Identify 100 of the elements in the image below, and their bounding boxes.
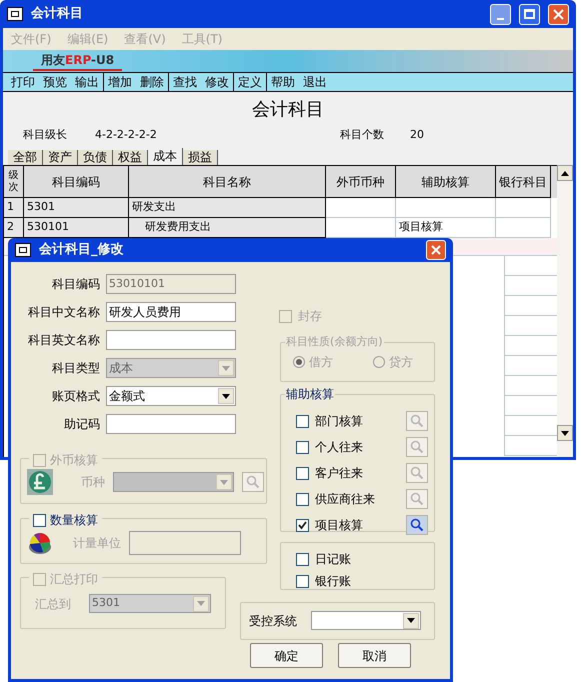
caret-icon [197, 601, 205, 606]
table-cell [326, 218, 396, 238]
checkbox-label: 供应商往来 [315, 491, 376, 508]
count-value: 20 [410, 126, 424, 143]
caret-icon [220, 480, 228, 484]
dialog-button[interactable]: 取消 [338, 643, 411, 668]
toolbar-button[interactable]: 修改 [205, 73, 229, 91]
toolbar-button[interactable]: 定义 [238, 73, 262, 91]
count-label: 科目个数 [340, 126, 385, 143]
toolbar-button[interactable]: 预览 [43, 73, 67, 91]
input-field[interactable] [129, 531, 241, 555]
caret-icon [407, 618, 415, 623]
dropdown-field[interactable] [311, 611, 421, 630]
down-arrow-icon[interactable] [561, 430, 569, 436]
search-icon [410, 466, 424, 480]
checkbox-label: 部门核算 [315, 413, 364, 430]
search-icon [410, 492, 424, 506]
checkbox[interactable] [296, 440, 309, 454]
field-label: 汇总到 [35, 596, 71, 612]
pie-chart-icon [27, 530, 53, 556]
maximize-button[interactable] [519, 4, 540, 24]
close-button[interactable] [426, 240, 446, 260]
group-title: 科目性质(余额方向) [285, 335, 384, 349]
dialog-button[interactable]: 确定 [250, 643, 323, 668]
checkbox-label: 银行账 [315, 573, 351, 590]
toolbar-button[interactable]: 查找 [173, 73, 197, 91]
field-label: 科目英文名称 [27, 332, 101, 349]
level-label: 科目级长 [23, 126, 68, 143]
field-label: 科目中文名称 [27, 304, 101, 321]
field-label: 科目类型 [51, 360, 101, 377]
field-label: 计量单位 [72, 535, 121, 552]
table-cell: 5301 [24, 198, 129, 218]
toolbar-button[interactable]: 退出 [303, 73, 327, 91]
table-cell [326, 198, 396, 218]
tab[interactable]: 资产 [43, 150, 78, 165]
table-cell: 2 [4, 218, 24, 238]
checkbox[interactable] [296, 414, 309, 428]
table-cell: 530101 [24, 218, 129, 238]
field-label: 助记码 [63, 416, 101, 433]
checkbox-label: 封存 [298, 308, 322, 325]
search-icon [246, 475, 260, 489]
table-cell: 1 [4, 198, 24, 218]
search-icon [410, 414, 424, 428]
checkbox-label: 汇总打印 [50, 571, 98, 588]
checkbox[interactable] [296, 574, 309, 588]
scrollbar[interactable] [557, 165, 573, 457]
close-icon [553, 8, 564, 20]
tab[interactable]: 负债 [78, 150, 113, 165]
app-icon [15, 243, 31, 257]
toolbar-button[interactable]: 帮助 [271, 73, 295, 91]
checkbox-label: 个人往来 [315, 439, 364, 456]
field-label: 受控系统 [249, 612, 297, 630]
checkbox-label: 项目核算 [315, 517, 364, 534]
table-cell [496, 198, 551, 218]
dropdown-field[interactable]: 金额式 [106, 386, 236, 406]
input-field[interactable] [106, 414, 236, 434]
checkbox-label: 外币核算 [50, 452, 98, 469]
window-title: 会计科目 [31, 5, 83, 24]
toolbar-button[interactable]: 删除 [140, 73, 164, 91]
search-icon [410, 440, 424, 454]
close-button[interactable] [548, 4, 569, 24]
table-cell: 项目核算 [396, 218, 496, 238]
dialog-title: 会计科目_修改 [39, 241, 124, 260]
table-cell: 研发支出 [129, 198, 326, 218]
field-label: 币种 [80, 474, 105, 491]
checkbox[interactable] [296, 552, 309, 566]
caret-icon [222, 394, 230, 398]
tab[interactable]: 权益 [113, 150, 148, 165]
tab[interactable]: 全部 [8, 150, 43, 165]
group-title: 辅助核算 [285, 387, 335, 401]
search-button[interactable] [406, 515, 428, 535]
tab[interactable]: 损益 [183, 150, 218, 165]
report-title: 会计科目 [252, 98, 324, 122]
checkbox-label: 客户往来 [315, 465, 364, 482]
radio-label: 借方 [309, 354, 333, 371]
caret-icon [222, 366, 230, 370]
up-arrow-icon[interactable] [561, 170, 569, 176]
dropdown-button[interactable] [218, 388, 234, 404]
toolbar-button[interactable]: 增加 [108, 73, 132, 91]
toolbar-button[interactable]: 输出 [75, 73, 99, 91]
field-label: 科目编码 [51, 276, 101, 293]
field-label: 账页格式 [51, 388, 101, 405]
search-icon [410, 518, 424, 532]
checkbox-label: 数量核算 [50, 512, 98, 529]
input-field[interactable] [106, 330, 236, 350]
checkbox[interactable] [296, 492, 309, 506]
close-icon [431, 245, 441, 255]
checkbox-label: 日记账 [315, 551, 351, 568]
dropdown-button[interactable] [403, 612, 419, 628]
checkbox[interactable] [296, 466, 309, 480]
checkbox[interactable] [33, 514, 46, 526]
radio-label: 贷方 [389, 354, 413, 371]
table-cell: 研发费用支出 [129, 218, 326, 238]
toolbar-button[interactable]: 打印 [11, 73, 35, 91]
app-icon [7, 7, 23, 21]
level-value: 4-2-2-2-2-2 [95, 126, 158, 143]
input-field[interactable]: 研发人员费用 [106, 302, 236, 322]
checkbox[interactable] [296, 518, 309, 532]
dropdown-field[interactable] [113, 472, 234, 492]
minimize-button[interactable] [490, 4, 511, 24]
